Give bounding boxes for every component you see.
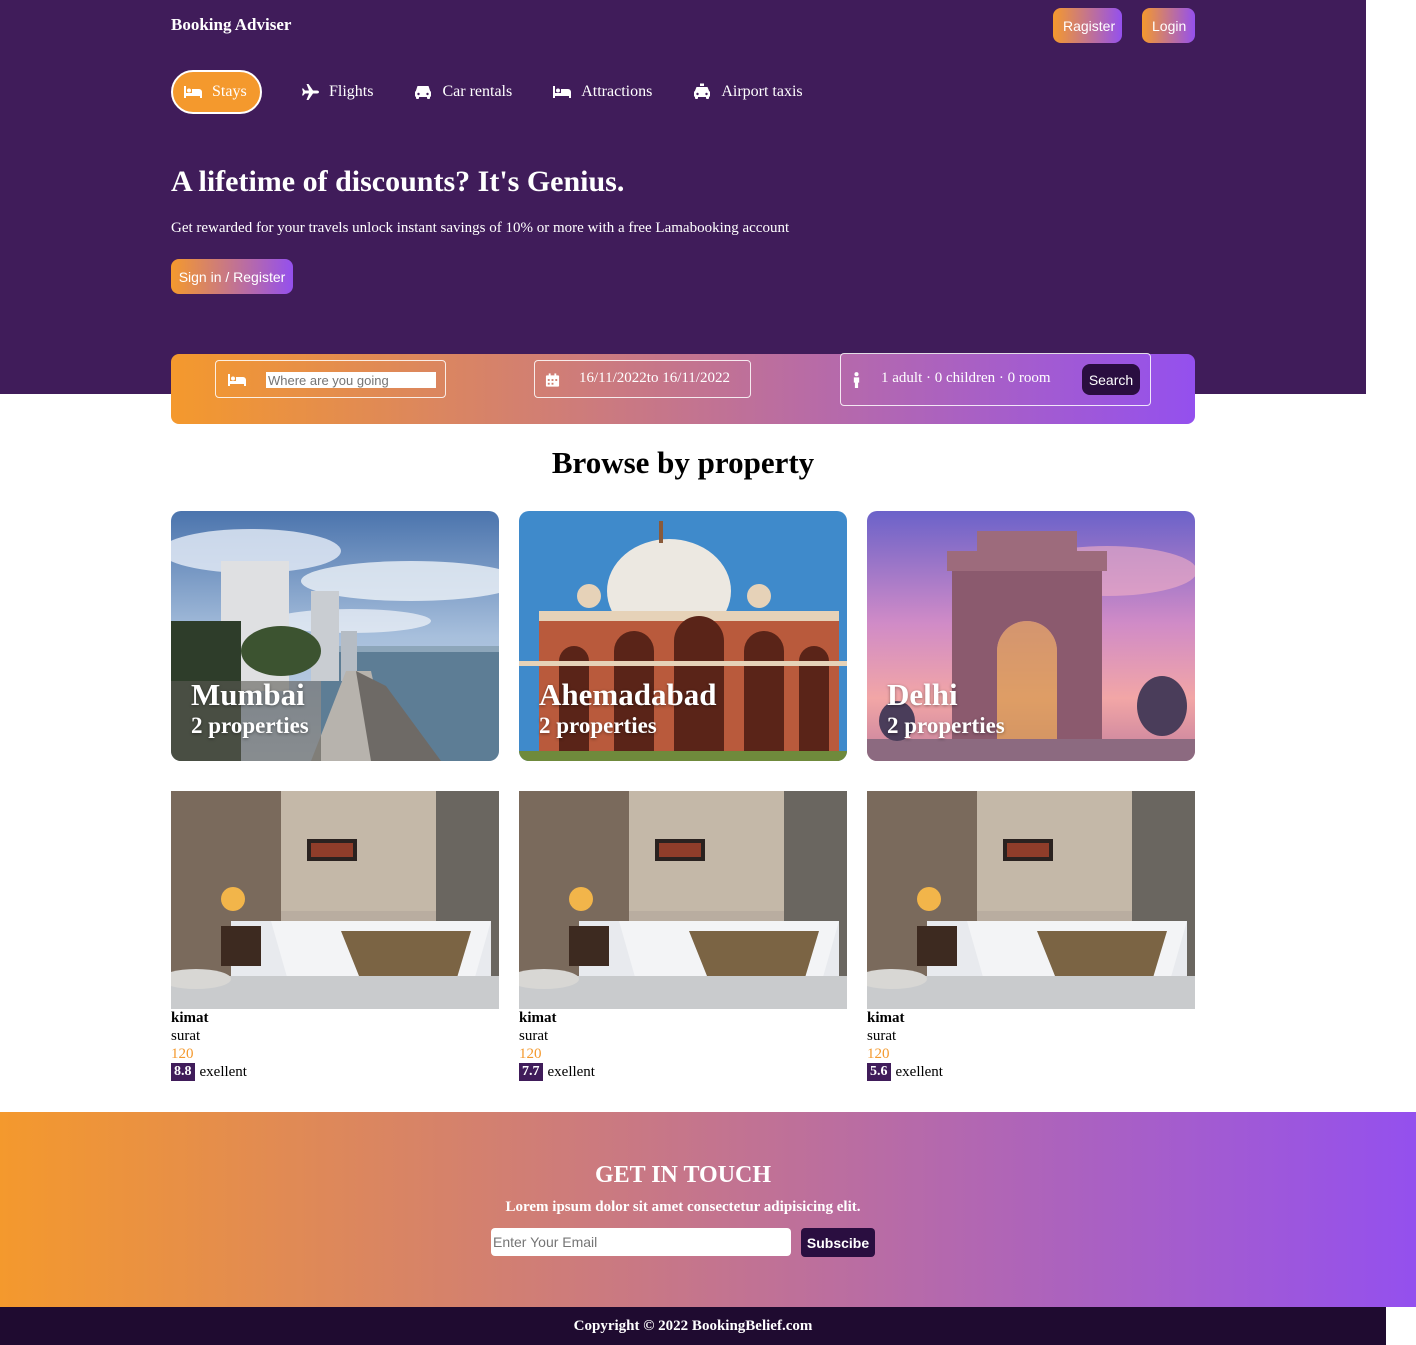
subscribe-button[interactable]: Subscibe [801,1228,875,1257]
hotel-city: surat [171,1028,201,1044]
plane-icon [302,84,319,100]
hotel-price: 120 [867,1046,890,1062]
city-card-mumbai[interactable]: Mumbai 2 properties [171,511,499,761]
destination-field[interactable] [215,360,446,398]
city-properties-count: 2 properties [887,713,1005,738]
search-bar: 16/11/2022to 16/11/2022 1 adult · 0 chil… [171,353,1195,424]
car-icon [415,86,432,99]
rating-badge: 7.7 [519,1063,543,1081]
tab-label: Car rentals [442,83,513,100]
guest-options-text: 1 adult · 0 children · 0 room [881,370,1051,386]
city-card-delhi[interactable]: Delhi 2 properties [867,511,1195,761]
hotel-card[interactable]: kimat surat 120 5.6 exellent [867,791,1195,1081]
sign-in-register-button[interactable]: Sign in / Register [171,259,293,294]
date-range-text: 16/11/2022to 16/11/2022 [579,370,730,386]
hero-subtitle: Get rewarded for your travels unlock ins… [171,220,790,236]
search-button[interactable]: Search [1082,364,1140,395]
hotel-name: kimat [519,1010,557,1026]
hotel-card[interactable]: kimat surat 120 8.8 exellent [171,791,499,1081]
calendar-icon [545,373,560,387]
browse-title: Browse by property [551,445,815,480]
tab-label: Stays [212,83,247,100]
tab-label: Flights [329,83,374,100]
contact-title: GET IN TOUCH [594,1162,772,1188]
rating-text: exellent [895,1064,943,1080]
tab-flights[interactable]: Flights [300,70,373,114]
hotel-image [171,791,499,1009]
hotel-image [519,791,847,1009]
tab-stays[interactable]: Stays [171,70,262,114]
rating-badge: 8.8 [171,1063,195,1081]
hotel-rating: 8.8 exellent [171,1063,499,1081]
hotel-price: 120 [519,1046,542,1062]
hotel-image [867,791,1195,1009]
tab-attractions[interactable]: Attractions [552,70,652,114]
hotel-name: kimat [171,1010,209,1026]
rating-text: exellent [199,1064,247,1080]
email-input[interactable] [491,1228,791,1256]
nav-tabs: Stays Flights Car rentals Attractions Ai… [171,70,843,114]
city-properties-count: 2 properties [191,713,309,738]
contact-subtitle: Lorem ipsum dolor sit amet consectetur a… [505,1199,861,1215]
tab-airport-taxis[interactable]: Airport taxis [692,70,803,114]
date-field[interactable]: 16/11/2022to 16/11/2022 [534,360,751,398]
hotel-city: surat [867,1028,897,1044]
contact-section: GET IN TOUCH Lorem ipsum dolor sit amet … [0,1112,1416,1307]
hero-title: A lifetime of discounts? It's Genius. [171,165,625,198]
hotel-rating: 5.6 exellent [867,1063,1195,1081]
bed-icon [553,86,572,98]
hotel-card[interactable]: kimat surat 120 7.7 exellent [519,791,847,1081]
hotel-city: surat [519,1028,549,1044]
person-icon [853,372,860,388]
city-name: Ahemadabad [539,677,717,712]
city-name: Delhi [887,677,958,712]
city-card-ahemadabad[interactable]: Ahemadabad 2 properties [519,511,847,761]
bed-icon [228,374,246,386]
taxi-icon [694,83,711,99]
tab-label: Attractions [581,83,653,100]
bed-icon [184,86,202,98]
rating-text: exellent [547,1064,595,1080]
city-properties-count: 2 properties [539,713,657,738]
tab-car-rentals[interactable]: Car rentals [413,70,512,114]
login-button[interactable]: Login [1142,8,1195,43]
hotel-price: 120 [171,1046,194,1062]
city-name: Mumbai [191,677,305,712]
brand-logo[interactable]: Booking Adviser [171,15,291,35]
destination-input[interactable] [266,372,436,388]
hotel-name: kimat [867,1010,905,1026]
rating-badge: 5.6 [867,1063,891,1081]
copyright: Copyright © 2022 BookingBelief.com [0,1307,1386,1345]
register-button[interactable]: Ragister [1053,8,1122,43]
guest-options-field[interactable]: 1 adult · 0 children · 0 room Search [840,353,1151,406]
hotel-rating: 7.7 exellent [519,1063,847,1081]
tab-label: Airport taxis [721,83,803,100]
